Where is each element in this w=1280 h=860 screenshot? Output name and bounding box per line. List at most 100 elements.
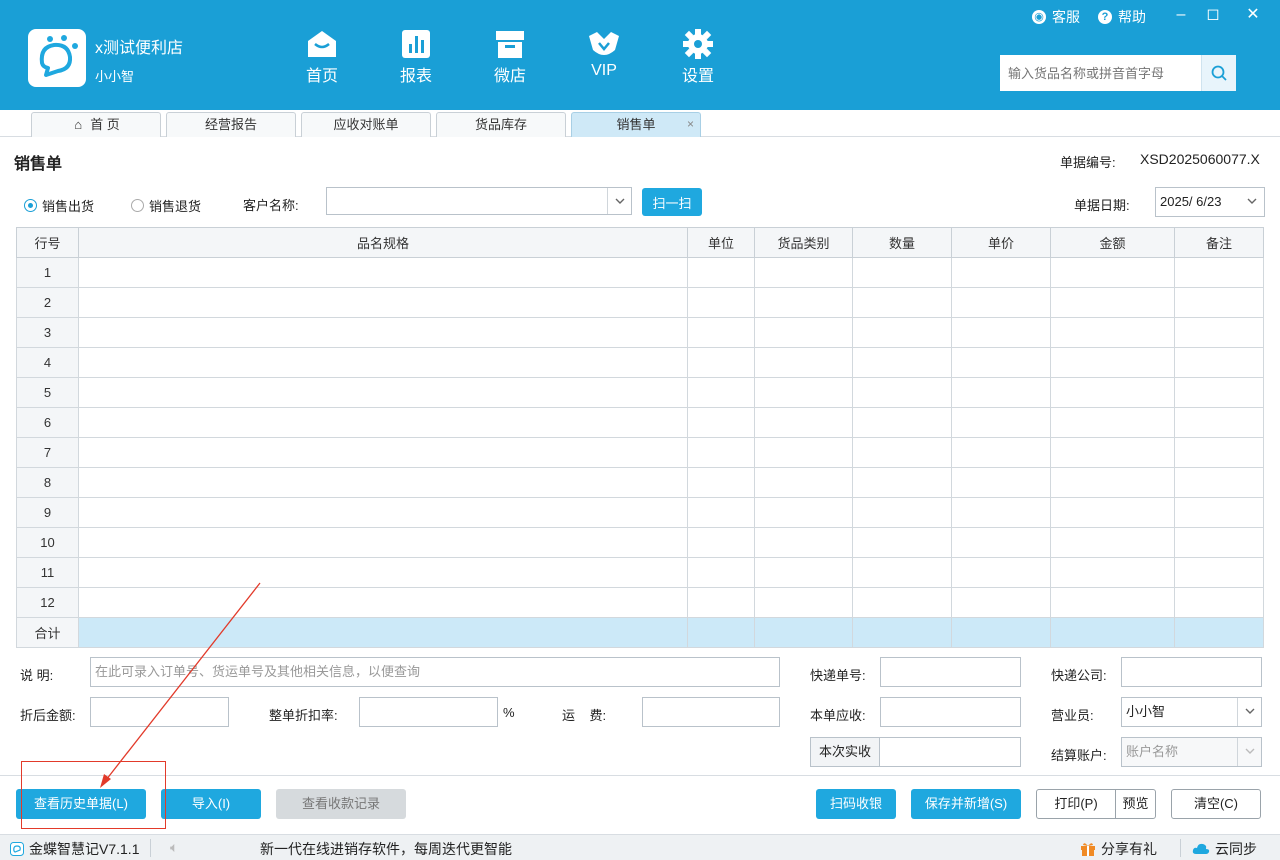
table-row[interactable]: 2 [16,287,1264,318]
date-picker[interactable]: 2025/ 6/23 [1155,187,1265,217]
customer-combo[interactable] [326,187,632,215]
speaker-icon[interactable]: 🔈︎ [170,839,178,856]
table-cell[interactable] [78,377,688,408]
table-cell[interactable] [1050,407,1175,438]
express-no-input[interactable] [880,657,1021,687]
table-row[interactable]: 12 [16,587,1264,618]
table-cell[interactable] [754,527,853,558]
close-tab-icon[interactable]: × [687,113,694,136]
search-button[interactable] [1201,55,1236,91]
tab-home[interactable]: ⌂ 首 页 [31,112,161,137]
table-cell[interactable] [78,347,688,378]
tab-business-report[interactable]: 经营报告 [166,112,296,137]
table-cell[interactable] [687,377,755,408]
table-cell[interactable] [1050,587,1175,618]
tab-receivable-statement[interactable]: 应收对账单 [301,112,431,137]
nav-home[interactable]: 首页 [292,28,352,86]
table-cell[interactable] [687,317,755,348]
table-cell[interactable] [687,287,755,318]
table-row[interactable]: 11 [16,557,1264,588]
table-cell[interactable] [754,557,853,588]
table-cell[interactable] [852,497,952,528]
actual-received-button[interactable]: 本次实收 [810,737,880,767]
table-cell[interactable] [754,437,853,468]
scan-button[interactable]: 扫一扫 [642,188,702,216]
table-cell[interactable] [78,527,688,558]
table-cell[interactable] [951,467,1051,498]
table-cell[interactable] [1050,437,1175,468]
table-cell[interactable] [1174,587,1264,618]
table-cell[interactable] [1174,287,1264,318]
nav-vip[interactable]: VIP [574,28,634,80]
table-cell[interactable] [687,587,755,618]
table-cell[interactable] [1050,467,1175,498]
preview-button[interactable]: 预览 [1115,789,1156,819]
maximize-button[interactable]: ◻ [1198,4,1228,26]
chevron-down-icon[interactable] [1237,738,1261,766]
table-cell[interactable] [687,467,755,498]
account-select[interactable]: 账户名称 [1121,737,1262,767]
chevron-down-icon[interactable] [607,188,631,214]
table-cell[interactable] [1174,437,1264,468]
chevron-down-icon[interactable] [1237,698,1261,726]
table-cell[interactable] [1050,497,1175,528]
table-cell[interactable] [687,257,755,288]
table-cell[interactable] [852,347,952,378]
table-cell[interactable] [754,287,853,318]
table-cell[interactable] [951,347,1051,378]
scan-cashier-button[interactable]: 扫码收银 [816,789,896,819]
table-cell[interactable] [852,437,952,468]
table-cell[interactable] [754,257,853,288]
nav-wstore[interactable]: 微店 [480,28,540,86]
table-cell[interactable] [1050,317,1175,348]
table-cell[interactable] [1050,527,1175,558]
table-cell[interactable] [687,527,755,558]
express-company-input[interactable] [1121,657,1262,687]
table-cell[interactable] [78,257,688,288]
minimize-button[interactable]: – [1166,4,1196,26]
table-cell[interactable] [1050,347,1175,378]
table-cell[interactable] [852,587,952,618]
table-row[interactable]: 6 [16,407,1264,438]
table-cell[interactable] [754,347,853,378]
table-cell[interactable] [78,287,688,318]
table-cell[interactable] [951,437,1051,468]
radio-sales-return[interactable]: 销售退货 [131,196,201,215]
table-cell[interactable] [852,557,952,588]
save-and-new-button[interactable]: 保存并新增(S) [911,789,1021,819]
table-cell[interactable] [951,317,1051,348]
table-cell[interactable] [1174,317,1264,348]
table-cell[interactable] [1174,557,1264,588]
table-cell[interactable] [78,407,688,438]
table-cell[interactable] [687,557,755,588]
table-cell[interactable] [1174,497,1264,528]
table-cell[interactable] [1174,527,1264,558]
table-row[interactable]: 1 [16,257,1264,288]
table-cell[interactable] [1050,377,1175,408]
cloud-sync-link[interactable]: 云同步 [1192,839,1257,859]
share-link[interactable]: 分享有礼 [1080,839,1157,859]
table-cell[interactable] [78,317,688,348]
table-cell[interactable] [852,287,952,318]
table-cell[interactable] [78,587,688,618]
table-cell[interactable] [754,317,853,348]
table-cell[interactable] [852,467,952,498]
table-row[interactable]: 4 [16,347,1264,378]
close-window-button[interactable]: ✕ [1238,4,1268,26]
view-payment-records-button[interactable]: 查看收款记录 [276,789,406,819]
table-cell[interactable] [951,527,1051,558]
tab-inventory[interactable]: 货品库存 [436,112,566,137]
salesman-select[interactable]: 小小智 [1121,697,1262,727]
table-cell[interactable] [687,437,755,468]
discount-amount-input[interactable] [90,697,229,727]
help-link[interactable]: ? 帮助 [1098,7,1146,27]
table-cell[interactable] [1174,377,1264,408]
table-cell[interactable] [951,287,1051,318]
table-cell[interactable] [78,497,688,528]
table-cell[interactable] [687,497,755,528]
table-cell[interactable] [951,407,1051,438]
print-button[interactable]: 打印(P) [1036,789,1116,819]
table-cell[interactable] [1050,257,1175,288]
table-cell[interactable] [1050,557,1175,588]
table-row[interactable]: 3 [16,317,1264,348]
